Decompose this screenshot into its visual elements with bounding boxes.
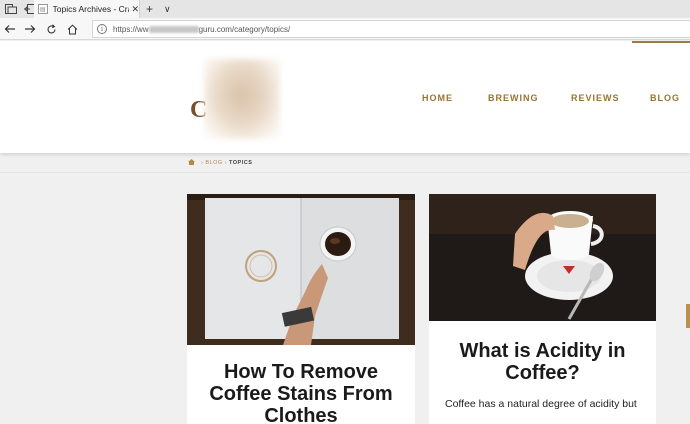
- site-info-icon[interactable]: i: [97, 24, 107, 34]
- breadcrumb: › BLOG › TOPICS: [188, 158, 252, 168]
- url-text: https://ww guru.com/category/topics/: [113, 24, 291, 34]
- page-favicon-icon: ▤: [38, 4, 48, 14]
- site-logo[interactable]: C: [190, 59, 286, 139]
- post-title[interactable]: How To Remove Coffee Stains From Clothes: [187, 361, 415, 424]
- tab-title: Topics Archives - Craft C: [52, 4, 130, 14]
- home-icon[interactable]: [188, 159, 195, 167]
- post-card[interactable]: How To Remove Coffee Stains From Clothes: [187, 194, 415, 424]
- refresh-icon[interactable]: [43, 21, 59, 37]
- nav-reviews[interactable]: REVIEWS: [571, 93, 620, 103]
- url-field[interactable]: i https://ww guru.com/category/topics/: [92, 20, 690, 38]
- chevron-right-icon: ›: [224, 160, 227, 166]
- new-tab-button[interactable]: +: [146, 0, 153, 18]
- post-image-coffee-cup[interactable]: [429, 194, 656, 321]
- home-icon[interactable]: [64, 21, 80, 37]
- blurred-logo-image: [204, 59, 280, 139]
- nav-home[interactable]: HOME: [422, 93, 453, 103]
- post-card[interactable]: What is Acidity in Coffee? Coffee has a …: [429, 194, 656, 424]
- nav-blog[interactable]: BLOG: [650, 93, 680, 103]
- tab-preview-icon[interactable]: [3, 1, 19, 17]
- breadcrumb-current: TOPICS: [228, 160, 253, 166]
- close-tab-icon[interactable]: ✕: [131, 4, 139, 15]
- post-title[interactable]: What is Acidity in Coffee?: [429, 340, 656, 384]
- nav-brewing[interactable]: BREWING: [488, 93, 539, 103]
- post-excerpt: Coffee has a natural degree of acidity b…: [445, 398, 637, 410]
- post-image-coffee-stain[interactable]: [187, 194, 415, 345]
- back-arrow-icon[interactable]: [2, 21, 18, 37]
- breadcrumb-divider: [0, 172, 690, 173]
- address-toolbar: i https://ww guru.com/category/topics/: [0, 18, 690, 40]
- tab-topics-archives[interactable]: ▤ Topics Archives - Craft C ✕: [34, 0, 140, 18]
- chevron-right-icon: ›: [201, 160, 204, 166]
- site-header: C HOME BREWING REVIEWS BLOG: [0, 41, 690, 153]
- partial-card-edge: [686, 304, 690, 328]
- breadcrumb-blog[interactable]: BLOG: [205, 160, 222, 166]
- header-accent-line: [632, 41, 690, 43]
- redacted-domain: [148, 25, 199, 33]
- tab-list-chevron-icon[interactable]: ∨: [164, 0, 171, 18]
- forward-arrow-icon[interactable]: [22, 21, 38, 37]
